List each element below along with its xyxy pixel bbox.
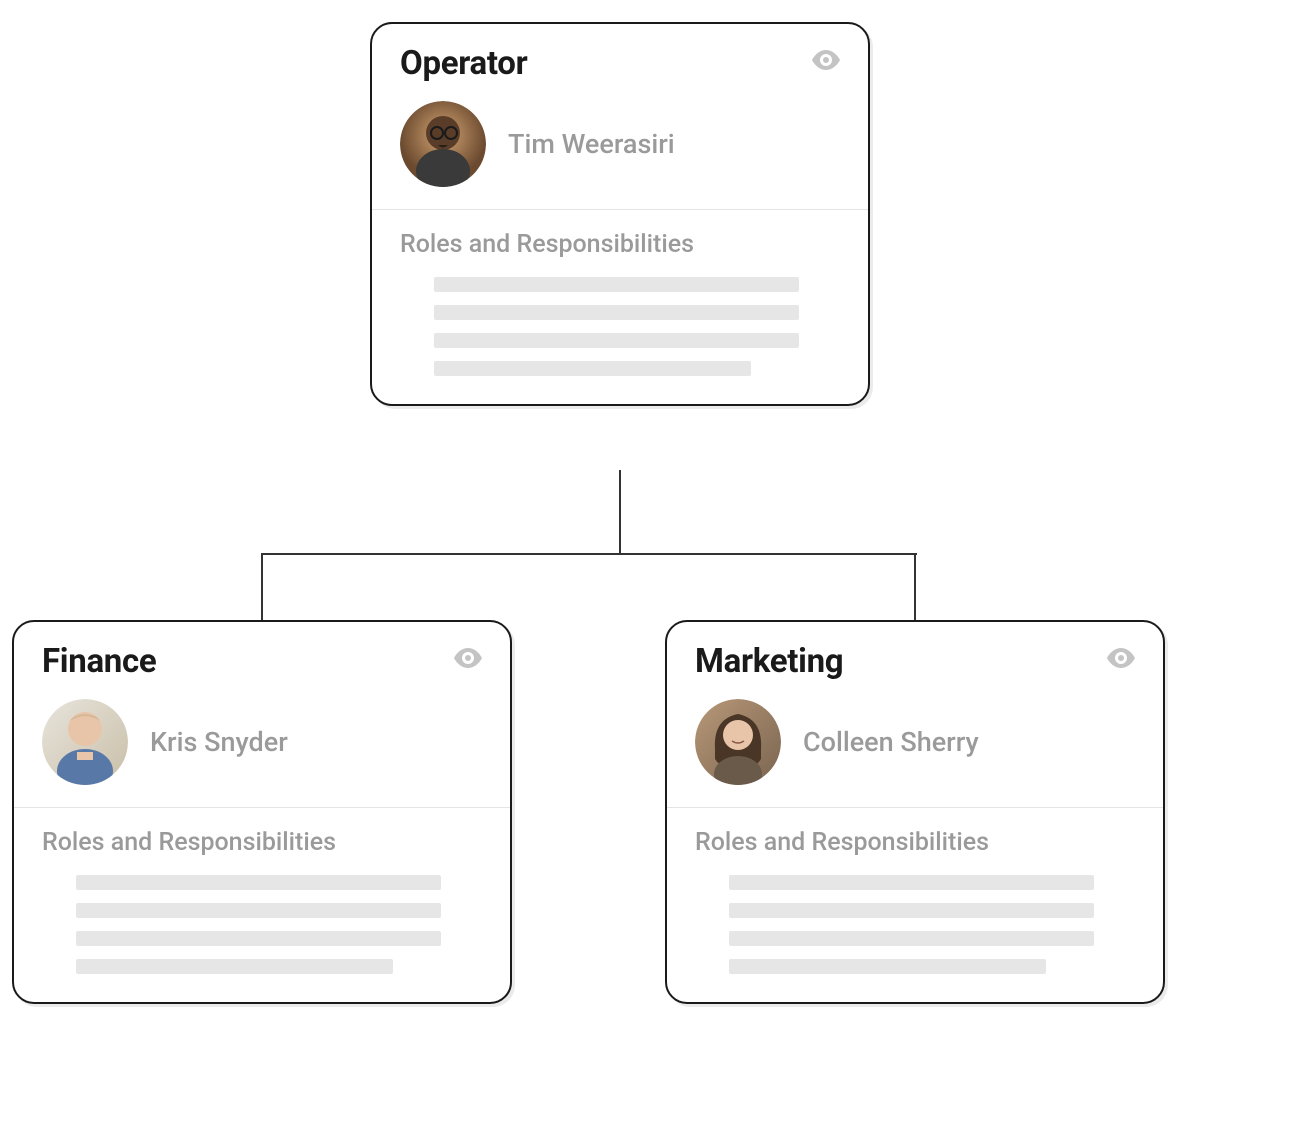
person-row: Colleen Sherry	[667, 689, 1163, 807]
roles-label: Roles and Responsibilities	[42, 828, 482, 857]
placeholder-line	[76, 931, 441, 946]
roles-section: Roles and Responsibilities	[667, 808, 1163, 1002]
org-card-marketing[interactable]: Marketing	[665, 620, 1165, 1004]
placeholder-line	[76, 875, 441, 890]
card-title: Finance	[42, 642, 156, 681]
placeholder-lines	[400, 277, 840, 376]
card-header: Marketing	[667, 622, 1163, 689]
card-header: Finance	[14, 622, 510, 689]
person-name: Kris Snyder	[150, 726, 288, 758]
placeholder-line	[729, 875, 1094, 890]
card-title: Operator	[400, 44, 527, 83]
avatar	[42, 699, 128, 785]
placeholder-line	[729, 959, 1046, 974]
placeholder-line	[434, 277, 799, 292]
placeholder-line	[76, 903, 441, 918]
avatar	[400, 101, 486, 187]
connector-line	[261, 553, 263, 622]
person-name: Colleen Sherry	[803, 726, 979, 758]
org-card-finance[interactable]: Finance	[12, 620, 512, 1004]
placeholder-line	[729, 931, 1094, 946]
org-card-operator[interactable]: Operator	[370, 22, 870, 406]
person-name: Tim Weerasiri	[508, 128, 675, 160]
roles-section: Roles and Responsibilities	[372, 210, 868, 404]
org-chart: Operator	[0, 0, 1316, 1132]
eye-icon[interactable]	[454, 648, 482, 672]
placeholder-line	[434, 361, 751, 376]
connector-line	[261, 553, 917, 555]
placeholder-line	[729, 903, 1094, 918]
person-row: Tim Weerasiri	[372, 91, 868, 209]
person-row: Kris Snyder	[14, 689, 510, 807]
card-header: Operator	[372, 24, 868, 91]
eye-icon[interactable]	[812, 50, 840, 74]
roles-label: Roles and Responsibilities	[400, 230, 840, 259]
placeholder-line	[76, 959, 393, 974]
card-title: Marketing	[695, 642, 843, 681]
placeholder-lines	[42, 875, 482, 974]
connector-line	[619, 470, 621, 555]
avatar	[695, 699, 781, 785]
eye-icon[interactable]	[1107, 648, 1135, 672]
roles-label: Roles and Responsibilities	[695, 828, 1135, 857]
roles-section: Roles and Responsibilities	[14, 808, 510, 1002]
connector-line	[914, 553, 916, 622]
placeholder-lines	[695, 875, 1135, 974]
placeholder-line	[434, 333, 799, 348]
placeholder-line	[434, 305, 799, 320]
